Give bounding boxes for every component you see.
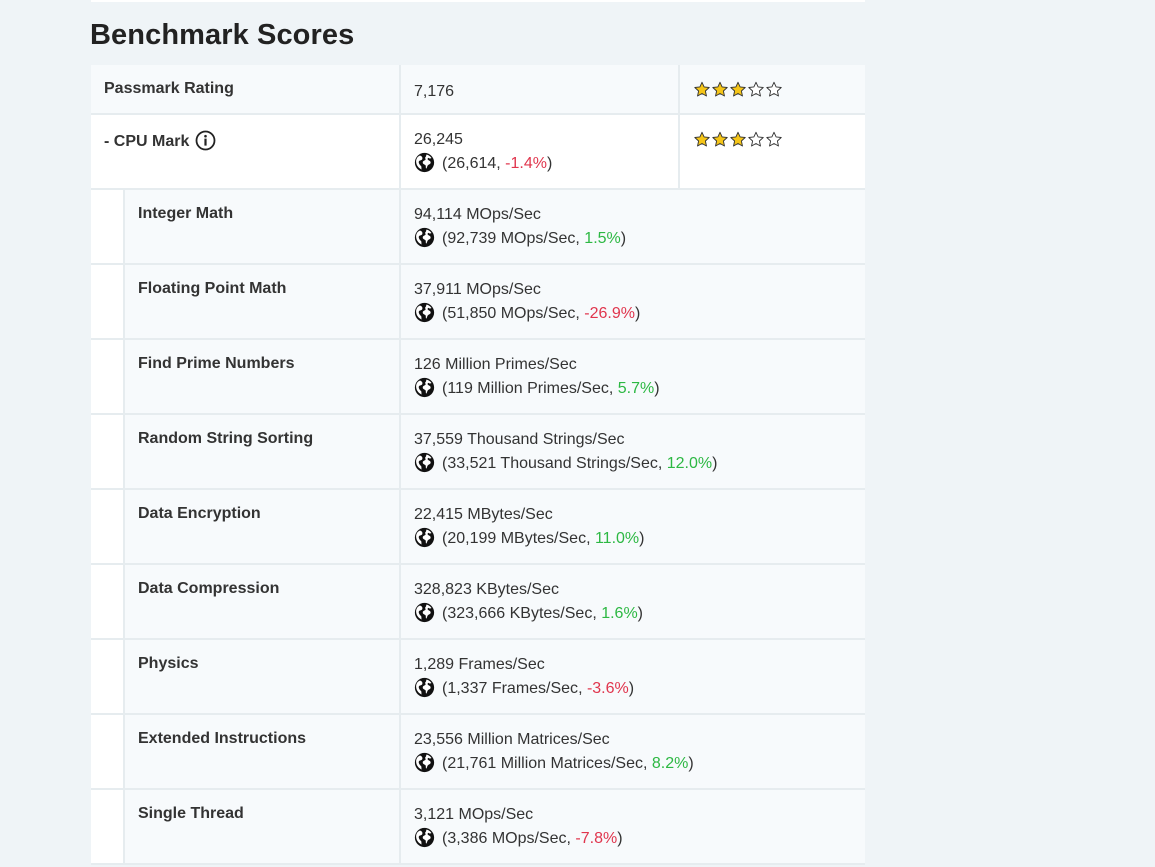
- test-average-value: 3,386 MOps/Sec: [447, 830, 567, 847]
- test-row: Data Compression 328,823 KBytes/Sec (323,6…: [91, 564, 865, 640]
- test-average: (20,199 MBytes/Sec, 11.0%): [414, 527, 865, 551]
- test-value: 23,556 Million Matrices/Sec: [414, 731, 610, 748]
- cpu-mark-value: 26,245: [414, 131, 463, 148]
- test-row: Physics 1,289 Frames/Sec (1,337 Frames/Sec…: [91, 639, 865, 715]
- test-average: (51,850 MOps/Sec, -26.9%): [414, 302, 865, 326]
- test-diff: 1.6%: [601, 605, 638, 622]
- passmark-row: Passmark Rating 7,176: [91, 65, 865, 115]
- globe-icon: [414, 752, 435, 773]
- test-diff: -7.8%: [575, 830, 618, 847]
- star-empty-icon: [748, 131, 764, 147]
- globe-icon: [414, 827, 435, 848]
- test-label: Integer Math: [124, 189, 400, 265]
- globe-icon: [414, 302, 435, 323]
- test-average: (119 Million Primes/Sec, 5.7%): [414, 377, 865, 401]
- test-average-value: 51,850 MOps/Sec: [447, 305, 576, 322]
- test-row: Random String Sorting 37,559 Thousand Str…: [91, 414, 865, 490]
- globe-icon: [414, 227, 435, 248]
- section-title: Benchmark Scores: [90, 19, 355, 51]
- globe-icon: [414, 602, 435, 623]
- row-indent: [91, 789, 125, 865]
- test-average-value: 1,337 Frames/Sec: [447, 680, 579, 697]
- globe-icon: [414, 677, 435, 698]
- test-label: Data Encryption: [124, 489, 400, 565]
- test-row: Integer Math 94,114 MOps/Sec (92,739 MOps/…: [91, 189, 865, 265]
- test-label: Data Compression: [124, 564, 400, 640]
- passmark-value: 7,176: [399, 65, 679, 115]
- star-filled-icon: [694, 81, 710, 97]
- test-row: Data Encryption 22,415 MBytes/Sec (20,199 …: [91, 489, 865, 565]
- test-value: 1,289 Frames/Sec: [414, 656, 545, 673]
- star-empty-icon: [748, 81, 764, 97]
- test-label: Random String Sorting: [124, 414, 400, 490]
- test-diff: 8.2%: [651, 755, 689, 772]
- test-diff: 12.0%: [666, 455, 713, 472]
- test-label: Single Thread: [124, 789, 400, 865]
- top-divider: [91, 0, 865, 2]
- test-average-value: 33,521 Thousand Strings/Sec: [447, 455, 658, 472]
- passmark-label: Passmark Rating: [91, 65, 400, 115]
- test-diff: 11.0%: [594, 530, 640, 547]
- benchmark-table: Passmark Rating 7,176 - CPU Mark 26,245 …: [91, 65, 865, 865]
- test-average: (33,521 Thousand Strings/Sec, 12.0%): [414, 452, 865, 476]
- cpu-mark-diff: -1.4%: [505, 155, 547, 172]
- test-average: (3,386 MOps/Sec, -7.8%): [414, 827, 865, 851]
- test-value: 126 Million Primes/Sec: [414, 356, 577, 373]
- test-value: 22,415 MBytes/Sec: [414, 506, 553, 523]
- test-value: 328,823 KBytes/Sec: [414, 581, 559, 598]
- test-average-value: 119 Million Primes/Sec: [447, 380, 609, 397]
- test-row: Single Thread 3,121 MOps/Sec (3,386 MOps/S…: [91, 789, 865, 865]
- star-filled-icon: [712, 131, 728, 147]
- globe-icon: [414, 452, 435, 473]
- test-label: Extended Instructions: [124, 714, 400, 790]
- test-value: 37,911 MOps/Sec: [414, 281, 541, 298]
- test-average-value: 92,739 MOps/Sec: [447, 230, 576, 247]
- star-empty-icon: [766, 131, 782, 147]
- test-value: 3,121 MOps/Sec: [414, 806, 534, 823]
- row-indent: [91, 714, 125, 790]
- star-filled-icon: [694, 131, 710, 147]
- test-label: Floating Point Math: [124, 264, 400, 340]
- test-average-value: 20,199 MBytes/Sec: [447, 530, 587, 547]
- star-filled-icon: [730, 81, 746, 97]
- cpu-mark-average-value: 26,614: [447, 155, 497, 172]
- cpu-mark-stars: [678, 114, 865, 190]
- test-average-value: 21,761 Million Matrices/Sec: [447, 755, 643, 772]
- test-diff: 5.7%: [617, 380, 655, 397]
- row-indent: [91, 564, 125, 640]
- test-diff: -26.9%: [584, 305, 635, 322]
- globe-icon: [414, 377, 435, 398]
- cpu-mark-label: - CPU Mark: [104, 133, 190, 150]
- row-indent: [91, 264, 125, 340]
- info-icon[interactable]: [195, 130, 216, 151]
- row-indent: [91, 339, 125, 415]
- test-diff: -3.6%: [586, 680, 629, 697]
- test-row: Floating Point Math 37,911 MOps/Sec (51,85…: [91, 264, 865, 340]
- row-indent: [91, 189, 125, 265]
- test-label: Physics: [124, 639, 400, 715]
- test-row: Find Prime Numbers 126 Million Primes/Sec…: [91, 339, 865, 415]
- star-filled-icon: [712, 81, 728, 97]
- test-diff: 1.5%: [584, 230, 621, 247]
- cpu-mark-row: - CPU Mark 26,245 (26,614, -1.4%): [91, 114, 865, 190]
- test-value: 37,559 Thousand Strings/Sec: [414, 431, 625, 448]
- row-indent: [91, 414, 125, 490]
- test-row: Extended Instructions 23,556 Million Matr…: [91, 714, 865, 790]
- test-average: (323,666 KBytes/Sec, 1.6%): [414, 602, 865, 626]
- test-label: Find Prime Numbers: [124, 339, 400, 415]
- globe-icon: [414, 152, 435, 173]
- row-indent: [91, 489, 125, 565]
- test-average: (21,761 Million Matrices/Sec, 8.2%): [414, 752, 865, 776]
- star-filled-icon: [730, 131, 746, 147]
- globe-icon: [414, 527, 435, 548]
- row-indent: [91, 639, 125, 715]
- test-average-value: 323,666 KBytes/Sec: [447, 605, 593, 622]
- star-empty-icon: [766, 81, 782, 97]
- test-average: (1,337 Frames/Sec, -3.6%): [414, 677, 865, 701]
- cpu-mark-average: (26,614, -1.4%): [414, 152, 678, 176]
- test-average: (92,739 MOps/Sec, 1.5%): [414, 227, 865, 251]
- passmark-stars: [678, 65, 865, 115]
- test-value: 94,114 MOps/Sec: [414, 206, 541, 223]
